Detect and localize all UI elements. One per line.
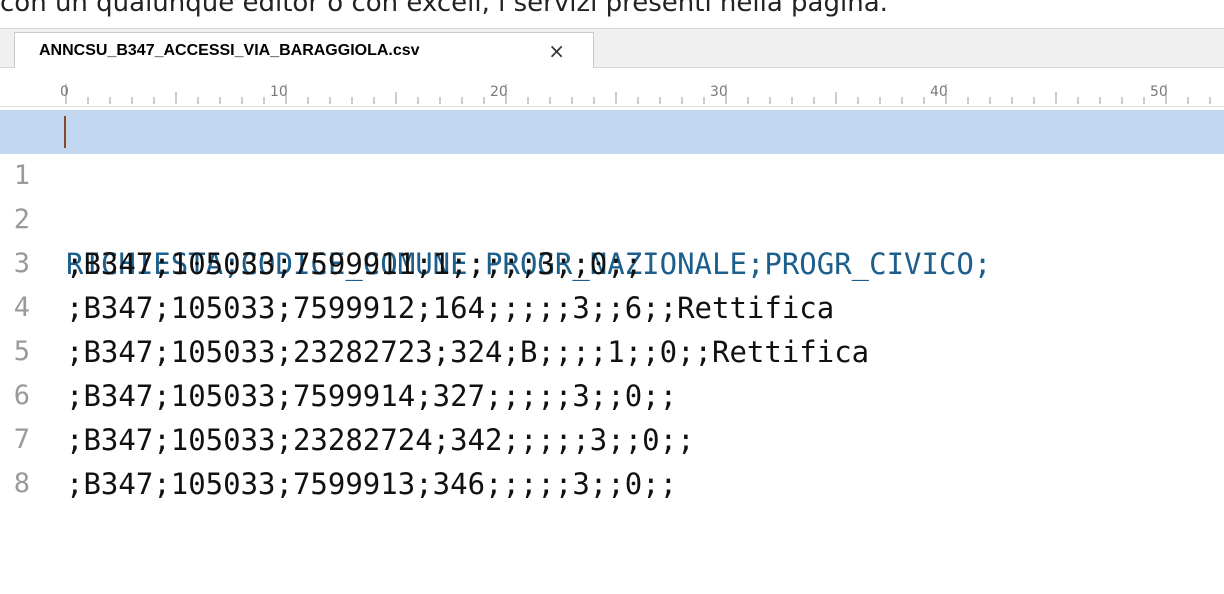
ruler-label-40: 40 bbox=[930, 84, 948, 100]
ruler-label-20: 20 bbox=[490, 84, 508, 100]
editor-line-2[interactable]: 2 ;B347;105033;7599911;1;;;;;3;;0;; bbox=[0, 154, 1224, 281]
editor-line-8[interactable]: 8 bbox=[0, 418, 1224, 499]
ruler-label-10: 10 bbox=[270, 84, 288, 100]
editor-line-3[interactable]: 3 ;B347;105033;7599912;164;;;;;3;;6;;Ret… bbox=[0, 198, 1224, 325]
editor-line-5[interactable]: 5 ;B347;105033;7599914;327;;;;;3;;0;; bbox=[0, 286, 1224, 413]
tab-bar: ANNCSU_B347_ACCESSI_VIA_BARAGGIOLA.csv × bbox=[0, 28, 1224, 68]
editor-line-4[interactable]: 4 ;B347;105033;23282723;324;B;;;;1;;0;;R… bbox=[0, 242, 1224, 369]
close-icon[interactable]: × bbox=[548, 39, 565, 63]
editor-line-6[interactable]: 6 ;B347;105033;23282724;342;;;;;3;;0;; bbox=[0, 330, 1224, 457]
line-text: ;B347;105033;7599913;346;;;;;3;;0;; bbox=[66, 467, 678, 501]
text-caret bbox=[64, 116, 66, 148]
editor-line-1[interactable]: 1 RICHIESTA;CODICE_COMUNE;PROGR_NAZIONAL… bbox=[0, 110, 1224, 281]
tab-title: ANNCSU_B347_ACCESSI_VIA_BARAGGIOLA.csv bbox=[39, 41, 420, 59]
page-context-text: con un qualunque editor o con excell, i … bbox=[0, 0, 888, 18]
ruler-label-30: 30 bbox=[710, 84, 728, 100]
column-ruler: 0 10 20 30 40 50 bbox=[0, 78, 1224, 107]
ruler-ticks bbox=[65, 84, 1211, 104]
editor-line-7[interactable]: 7 ;B347;105033;7599913;346;;;;;3;;0;; bbox=[0, 374, 1224, 501]
line-number: 8 bbox=[13, 468, 30, 499]
ruler-label-0: 0 bbox=[60, 84, 69, 100]
tab-csv-file[interactable]: ANNCSU_B347_ACCESSI_VIA_BARAGGIOLA.csv × bbox=[14, 32, 594, 68]
ruler-label-50: 50 bbox=[1150, 84, 1168, 100]
text-editor[interactable]: 1 RICHIESTA;CODICE_COMUNE;PROGR_NAZIONAL… bbox=[0, 110, 1224, 501]
